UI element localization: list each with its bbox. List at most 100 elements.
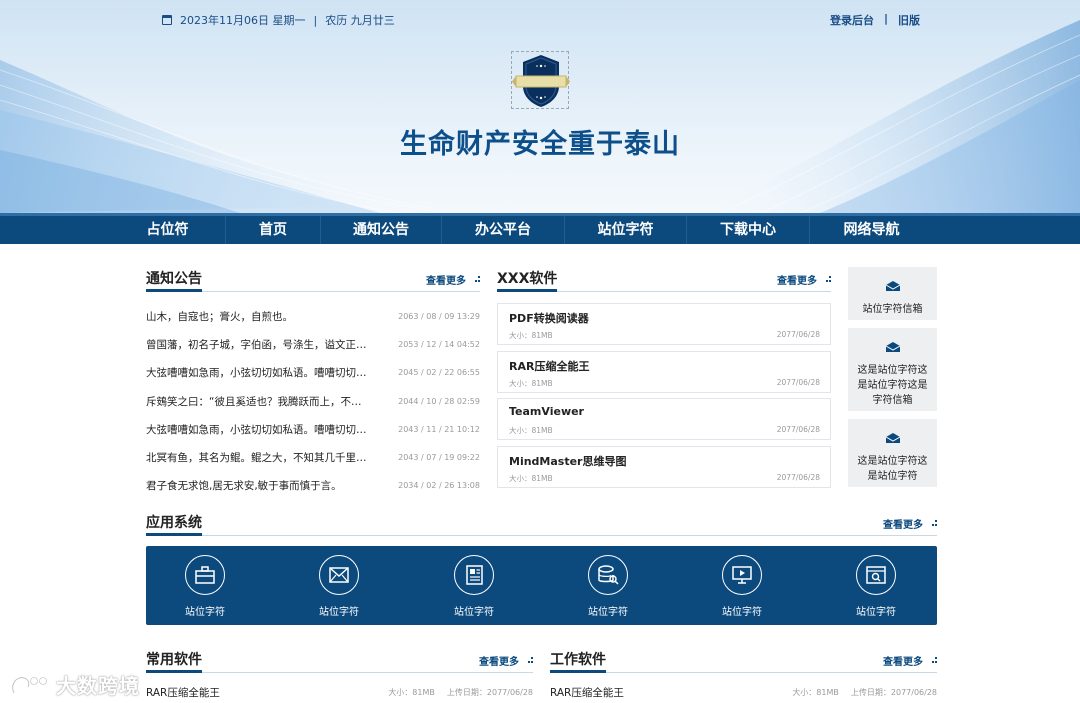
notice-date: 2034 / 02 / 26 13:08 — [398, 481, 480, 491]
software-size: 大小：81MB — [509, 378, 553, 388]
software-date: 2077/06/28 — [776, 330, 820, 339]
notice-item[interactable]: 斥鴳笑之曰：“彼且奚适也？我腾跃而上，不… 2044 / 10 / 28 02:5… — [146, 387, 480, 415]
notice-text: 君子食无求饱,居无求安,敏于事而慎于言。 — [146, 480, 342, 493]
app-tile[interactable]: 站位字符 — [165, 555, 245, 618]
app-label: 站位字符 — [185, 607, 225, 618]
software-card[interactable]: RAR压缩全能王 大小：81MB 2077/06/28 — [497, 350, 831, 393]
envelope-icon — [885, 342, 900, 352]
apps-title: 应用系统 — [146, 512, 202, 536]
common-software-upload: 上传日期：2077/06/28 — [446, 688, 533, 697]
software-name: TeamViewer — [509, 405, 584, 418]
notice-text: 斥鴳笑之曰：“彼且奚适也？我腾跃而上，不… — [146, 395, 362, 408]
notice-list: 山木，自寇也；膏火，自煎也。 2063 / 08 / 09 13:29 曾国藩，初… — [146, 302, 480, 500]
more-dots-icon — [929, 656, 937, 665]
software-more-link[interactable]: 查看更多 — [777, 272, 831, 287]
software-date: 2077/06/28 — [776, 472, 820, 482]
notice-text: 北冥有鱼，其名为鲲。鲲之大，不知其几千里… — [146, 452, 367, 465]
nav-item-placeholder-2[interactable]: 站位字符 — [565, 216, 687, 244]
software-name: MindMaster思维导图 — [509, 454, 627, 468]
work-software-upload: 上传日期：2077/06/28 — [850, 688, 937, 697]
browser-search-icon — [856, 555, 896, 595]
app-tile[interactable]: 站位字符 — [702, 555, 782, 618]
top-links: 登录后台 | 旧版 — [830, 12, 920, 28]
software-name: RAR压缩全能王 — [509, 359, 590, 373]
mail-icon — [319, 555, 359, 595]
side-box-label: 站位字符信箱 — [862, 304, 923, 315]
notice-date: 2045 / 02 / 22 06:55 — [398, 368, 480, 378]
notices-more-link[interactable]: 查看更多 — [426, 272, 480, 287]
nav-item-notices[interactable]: 通知公告 — [321, 216, 442, 244]
side-box-mailbox[interactable]: 站位字符信箱 — [848, 267, 937, 320]
notice-item[interactable]: 曾国藩，初名子城，字伯函，号涤生，谥文正… 2053 / 12 / 14 04:5… — [146, 330, 480, 358]
notice-item[interactable]: 北冥有鱼，其名为鲲。鲲之大，不知其几千里… 2043 / 07 / 19 09:2… — [146, 443, 480, 471]
main-nav: 占位符 首页 通知公告 办公平台 站位字符 下载中心 网络导航 — [0, 213, 1080, 244]
header-banner: 2023年11月06日 星期一 | 农历 九月廿三 登录后台 | 旧版 生命财产… — [0, 0, 1080, 213]
envelope-icon — [885, 281, 900, 291]
watermark-text: 大数跨境 — [56, 674, 140, 698]
notice-date: 2063 / 08 / 09 13:29 — [398, 311, 480, 321]
nav-item-home[interactable]: 首页 — [226, 216, 321, 244]
current-date: 2023年11月06日 星期一 — [180, 14, 306, 27]
app-tile[interactable]: 站位字符 — [299, 555, 379, 618]
apps-more-label: 查看更多 — [883, 520, 923, 531]
software-card[interactable]: TeamViewer 大小：81MB 2077/06/28 — [497, 398, 831, 440]
nav-item-office[interactable]: 办公平台 — [442, 216, 565, 244]
more-dots-icon — [472, 275, 480, 284]
notice-item[interactable]: 大弦嘈嘈如急雨，小弦切切如私语。嘈嘈切切… 2045 / 02 / 22 06:5… — [146, 359, 480, 387]
side-box-mailbox-2[interactable]: 这是站位字符这是站位字符这是字符信箱 — [848, 328, 937, 411]
app-tile[interactable]: 站位字符 — [836, 555, 916, 618]
apps-header: 应用系统 查看更多 — [146, 512, 937, 536]
more-dots-icon — [525, 656, 533, 665]
software-more-label: 查看更多 — [777, 276, 817, 287]
site-title: 生命财产安全重于泰山 — [400, 129, 680, 160]
software-size: 大小：81MB — [509, 426, 553, 435]
software-card[interactable]: PDF转换阅读器 大小：81MB 2077/06/28 — [497, 303, 831, 345]
notice-item[interactable]: 山木，自寇也；膏火，自煎也。 2063 / 08 / 09 13:29 — [146, 302, 480, 330]
notice-item[interactable]: 大弦嘈嘈如急雨，小弦切切如私语。嘈嘈切切… 2043 / 11 / 21 10:1… — [146, 415, 480, 443]
database-search-icon — [588, 555, 628, 595]
common-software-header: 常用软件 查看更多 — [146, 649, 533, 673]
nav-item-downloads[interactable]: 下载中心 — [687, 216, 810, 244]
date-separator: | — [313, 13, 318, 27]
apps-more-link[interactable]: 查看更多 — [883, 516, 937, 531]
notice-item[interactable]: 君子食无求饱,居无求安,敏于事而慎于言。 2034 / 02 / 26 13:08 — [146, 472, 480, 500]
software-date: 2077/06/28 — [776, 425, 820, 434]
software-card[interactable]: MindMaster思维导图 大小：81MB 2077/06/28 — [497, 445, 831, 488]
notice-date: 2043 / 11 / 21 10:12 — [398, 424, 480, 434]
nav-item-web-nav[interactable]: 网络导航 — [810, 216, 933, 244]
app-tile[interactable]: 站位字符 — [434, 555, 514, 618]
watermark-logo-icon — [11, 675, 48, 694]
app-tile[interactable]: 站位字符 — [568, 555, 648, 618]
software-header: XXX软件 查看更多 — [497, 268, 831, 292]
work-more-label: 查看更多 — [883, 657, 923, 668]
work-software-name: RAR压缩全能王 — [550, 687, 624, 699]
notice-text: 曾国藩，初名子城，字伯函，号涤生，谥文正… — [146, 338, 367, 351]
notices-title: 通知公告 — [146, 268, 202, 292]
app-label: 站位字符 — [454, 607, 494, 618]
old-version-link[interactable]: 旧版 — [898, 12, 920, 28]
admin-login-link[interactable]: 登录后台 — [830, 12, 874, 28]
notice-date: 2053 / 12 / 14 04:52 — [398, 339, 480, 349]
envelope-icon — [885, 433, 900, 443]
side-box-mailbox-3[interactable]: 这是站位字符这是站位字符 — [848, 419, 937, 487]
work-software-row[interactable]: RAR压缩全能王 大小：81MB 上传日期：2077/06/28 — [550, 685, 937, 700]
software-name: PDF转换阅读器 — [509, 312, 589, 325]
notice-text: 山木，自寇也；膏火，自煎也。 — [146, 310, 293, 323]
shield-emblem-icon — [512, 55, 570, 107]
side-box-label: 这是站位字符这是站位字符这是字符信箱 — [857, 365, 928, 406]
app-system-panel: 站位字符 站位字符 站位字符 站位字符 站位字符 站位字符 — [146, 546, 937, 625]
newspaper-icon — [454, 555, 494, 595]
app-label: 站位字符 — [319, 607, 359, 618]
app-label: 站位字符 — [856, 607, 896, 618]
notice-text: 大弦嘈嘈如急雨，小弦切切如私语。嘈嘈切切… — [146, 367, 367, 380]
common-software-name: RAR压缩全能王 — [146, 687, 220, 699]
work-more-link[interactable]: 查看更多 — [883, 653, 937, 668]
more-dots-icon — [823, 275, 831, 284]
common-more-link[interactable]: 查看更多 — [479, 653, 533, 668]
briefcase-icon — [185, 555, 225, 595]
notices-more-label: 查看更多 — [426, 276, 466, 287]
nav-item-placeholder[interactable]: 占位符 — [110, 216, 226, 244]
notice-date: 2043 / 07 / 19 09:22 — [398, 453, 480, 463]
monitor-play-icon — [722, 555, 762, 595]
common-software-row[interactable]: RAR压缩全能王 大小：81MB 上传日期：2077/06/28 — [146, 685, 533, 700]
